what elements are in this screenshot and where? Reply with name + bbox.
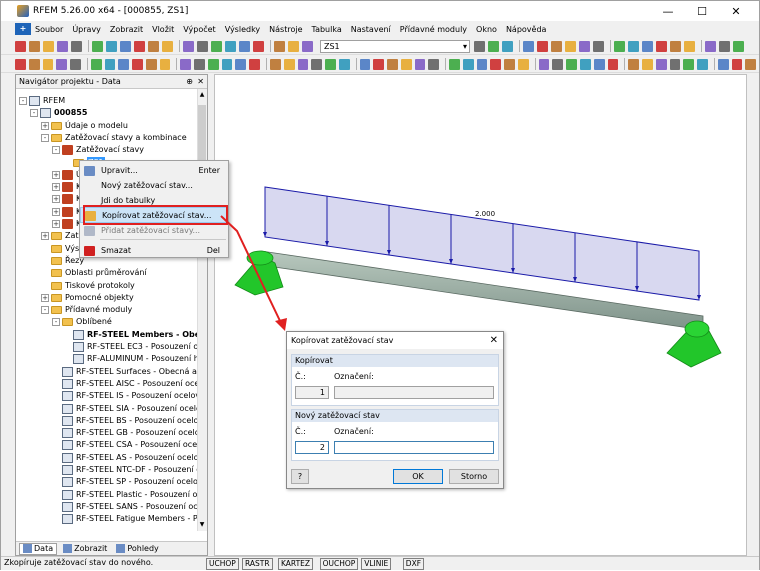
- copy-no-field: 1: [295, 386, 329, 399]
- dialog-title-bar: Kopírovat zatěžovací stav ✕: [287, 332, 503, 349]
- help-button[interactable]: ?: [291, 469, 309, 484]
- copy-name-field: [334, 386, 494, 399]
- rfem-window: RFEM 5.26.00 x64 - [000855, ZS1] — ☐ ✕ +…: [0, 0, 760, 570]
- new-group-header: Nový zatěžovací stav: [292, 410, 498, 422]
- copy-group: Kopírovat Č.: Označení: 1: [291, 354, 499, 406]
- cancel-button[interactable]: Storno: [449, 469, 499, 484]
- ok-button[interactable]: OK: [393, 469, 443, 484]
- new-no-input[interactable]: 2: [295, 441, 329, 454]
- new-loadcase-group: Nový zatěžovací stav Č.: Označení: 2: [291, 409, 499, 461]
- copy-loadcase-dialog: Kopírovat zatěžovací stav ✕ Kopírovat Č.…: [286, 331, 504, 489]
- dialog-title: Kopírovat zatěžovací stav: [291, 336, 394, 345]
- new-name-input[interactable]: [334, 441, 494, 454]
- new-name-label: Označení:: [334, 427, 374, 436]
- new-no-label: Č.:: [295, 427, 306, 436]
- copy-name-label: Označení:: [334, 372, 374, 381]
- copy-no-label: Č.:: [295, 372, 306, 381]
- dialog-close-icon[interactable]: ✕: [490, 332, 498, 349]
- copy-group-header: Kopírovat: [292, 355, 498, 367]
